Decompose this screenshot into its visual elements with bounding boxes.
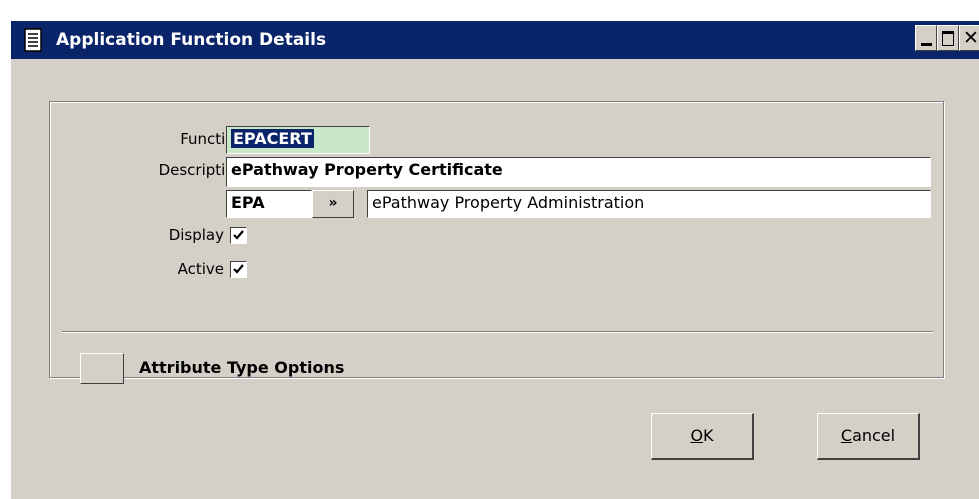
module-code-field[interactable]: EPA <box>226 190 312 218</box>
cancel-button[interactable]: Cancel <box>817 413 920 460</box>
ok-mnemonic: O <box>690 426 704 445</box>
minimize-button[interactable] <box>915 25 937 51</box>
ok-label: K <box>703 426 714 445</box>
check-icon <box>233 230 244 240</box>
ok-button[interactable]: OK <box>651 413 754 460</box>
cancel-label: ancel <box>852 426 896 445</box>
title-bar[interactable]: Application Function Details ✕ <box>11 21 979 59</box>
active-label: Active <box>177 260 224 278</box>
function-value: EPACERT <box>231 129 314 148</box>
active-checkbox[interactable] <box>230 261 247 278</box>
module-lookup-button[interactable]: » <box>312 190 354 218</box>
function-label: Function <box>180 130 244 148</box>
display-checkbox[interactable] <box>230 227 247 244</box>
close-icon: ✕ <box>963 27 979 49</box>
description-label: Description <box>158 161 244 179</box>
attribute-type-options-button[interactable] <box>80 353 124 384</box>
group-separator <box>62 331 933 333</box>
check-icon <box>233 264 244 274</box>
display-label: Display <box>168 226 224 244</box>
module-description-field[interactable]: ePathway Property Administration <box>367 190 931 218</box>
function-field[interactable]: EPACERT <box>226 126 370 154</box>
attribute-type-options-label: Attribute Type Options <box>139 358 345 377</box>
description-field[interactable]: ePathway Property Certificate <box>226 157 931 187</box>
maximize-button[interactable] <box>937 25 959 51</box>
dialog-window: Application Function Details ✕ Function … <box>10 20 979 499</box>
cancel-mnemonic: C <box>840 426 853 445</box>
window-title: Application Function Details <box>56 30 327 50</box>
close-button[interactable]: ✕ <box>959 25 979 51</box>
document-icon <box>24 28 42 52</box>
details-group-box: Function EPACERT Description ePathway Pr… <box>49 101 944 384</box>
